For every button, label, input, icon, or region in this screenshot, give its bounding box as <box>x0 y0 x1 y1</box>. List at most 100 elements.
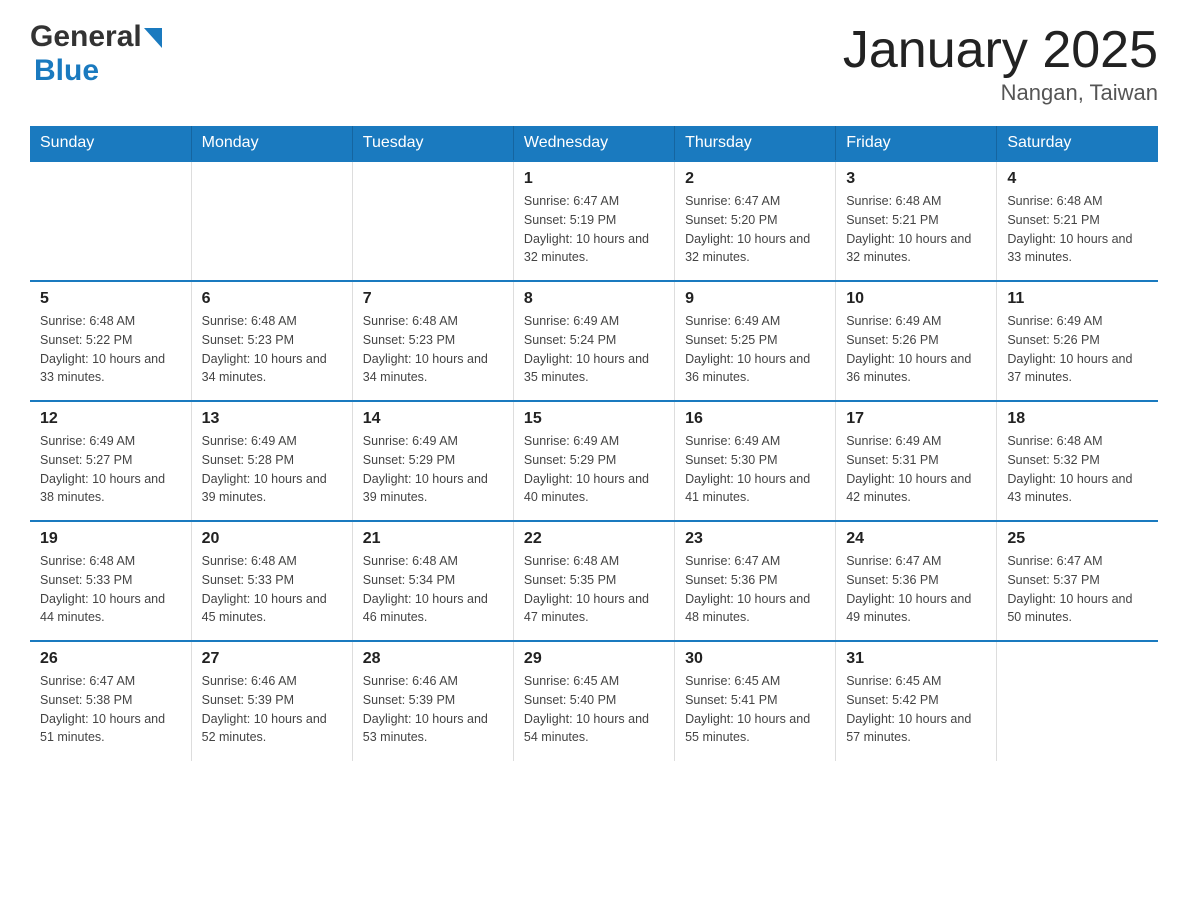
calendar-day-7: 7 Sunrise: 6:48 AMSunset: 5:23 PMDaylight… <box>352 281 513 401</box>
calendar-header-sunday: Sunday <box>30 126 191 161</box>
calendar-day-25: 25 Sunrise: 6:47 AMSunset: 5:37 PMDayligh… <box>997 521 1158 641</box>
calendar-day-17: 17 Sunrise: 6:49 AMSunset: 5:31 PMDayligh… <box>836 401 997 521</box>
day-number: 4 <box>1007 170 1148 188</box>
day-number: 12 <box>40 410 181 428</box>
day-info: Sunrise: 6:49 AMSunset: 5:28 PMDaylight:… <box>202 432 342 507</box>
calendar-day-11: 11 Sunrise: 6:49 AMSunset: 5:26 PMDayligh… <box>997 281 1158 401</box>
day-info: Sunrise: 6:49 AMSunset: 5:25 PMDaylight:… <box>685 312 825 387</box>
title-block: January 2025 Nangan, Taiwan <box>843 20 1158 106</box>
calendar-day-21: 21 Sunrise: 6:48 AMSunset: 5:34 PMDayligh… <box>352 521 513 641</box>
logo-general-text: General <box>30 20 142 54</box>
calendar-day-3: 3 Sunrise: 6:48 AMSunset: 5:21 PMDaylight… <box>836 161 997 281</box>
day-number: 3 <box>846 170 986 188</box>
day-info: Sunrise: 6:48 AMSunset: 5:32 PMDaylight:… <box>1007 432 1148 507</box>
calendar-empty-cell <box>352 161 513 281</box>
calendar-week-row: 19 Sunrise: 6:48 AMSunset: 5:33 PMDayligh… <box>30 521 1158 641</box>
day-info: Sunrise: 6:48 AMSunset: 5:23 PMDaylight:… <box>363 312 503 387</box>
calendar-day-5: 5 Sunrise: 6:48 AMSunset: 5:22 PMDaylight… <box>30 281 191 401</box>
day-number: 13 <box>202 410 342 428</box>
day-info: Sunrise: 6:46 AMSunset: 5:39 PMDaylight:… <box>363 672 503 747</box>
calendar-week-row: 5 Sunrise: 6:48 AMSunset: 5:22 PMDaylight… <box>30 281 1158 401</box>
day-number: 11 <box>1007 290 1148 308</box>
logo-blue-text: Blue <box>34 54 99 87</box>
day-info: Sunrise: 6:48 AMSunset: 5:21 PMDaylight:… <box>846 192 986 267</box>
calendar-day-15: 15 Sunrise: 6:49 AMSunset: 5:29 PMDayligh… <box>513 401 674 521</box>
day-number: 20 <box>202 530 342 548</box>
calendar-day-9: 9Sunrise: 6:49 AMSunset: 5:25 PMDaylight… <box>675 281 836 401</box>
day-info: Sunrise: 6:49 AMSunset: 5:29 PMDaylight:… <box>524 432 664 507</box>
calendar-day-19: 19Sunrise: 6:48 AMSunset: 5:33 PMDayligh… <box>30 521 191 641</box>
calendar-header-monday: Monday <box>191 126 352 161</box>
day-number: 15 <box>524 410 664 428</box>
day-number: 8 <box>524 290 664 308</box>
day-info: Sunrise: 6:47 AMSunset: 5:37 PMDaylight:… <box>1007 552 1148 627</box>
day-info: Sunrise: 6:47 AMSunset: 5:19 PMDaylight:… <box>524 192 664 267</box>
day-number: 5 <box>40 290 181 308</box>
page-title: January 2025 <box>843 20 1158 80</box>
day-number: 10 <box>846 290 986 308</box>
calendar-empty-cell <box>30 161 191 281</box>
day-number: 25 <box>1007 530 1148 548</box>
calendar-day-31: 31Sunrise: 6:45 AMSunset: 5:42 PMDayligh… <box>836 641 997 761</box>
day-info: Sunrise: 6:47 AMSunset: 5:38 PMDaylight:… <box>40 672 181 747</box>
day-number: 30 <box>685 650 825 668</box>
day-info: Sunrise: 6:45 AMSunset: 5:41 PMDaylight:… <box>685 672 825 747</box>
day-number: 7 <box>363 290 503 308</box>
calendar-day-20: 20 Sunrise: 6:48 AMSunset: 5:33 PMDayligh… <box>191 521 352 641</box>
calendar-day-8: 8 Sunrise: 6:49 AMSunset: 5:24 PMDaylight… <box>513 281 674 401</box>
calendar-header-tuesday: Tuesday <box>352 126 513 161</box>
calendar-empty-cell <box>997 641 1158 761</box>
day-number: 6 <box>202 290 342 308</box>
day-number: 29 <box>524 650 664 668</box>
day-info: Sunrise: 6:48 AMSunset: 5:21 PMDaylight:… <box>1007 192 1148 267</box>
calendar-header-friday: Friday <box>836 126 997 161</box>
calendar-day-27: 27 Sunrise: 6:46 AMSunset: 5:39 PMDayligh… <box>191 641 352 761</box>
calendar-day-26: 26 Sunrise: 6:47 AMSunset: 5:38 PMDayligh… <box>30 641 191 761</box>
calendar-table: SundayMondayTuesdayWednesdayThursdayFrid… <box>30 126 1158 761</box>
logo-triangle-icon <box>144 28 162 48</box>
calendar-day-6: 6 Sunrise: 6:48 AMSunset: 5:23 PMDaylight… <box>191 281 352 401</box>
logo: General Blue <box>30 20 162 88</box>
day-number: 16 <box>685 410 825 428</box>
page-header: General Blue January 2025 Nangan, Taiwan <box>30 20 1158 106</box>
calendar-week-row: 1Sunrise: 6:47 AMSunset: 5:19 PMDaylight… <box>30 161 1158 281</box>
calendar-day-1: 1Sunrise: 6:47 AMSunset: 5:19 PMDaylight… <box>513 161 674 281</box>
day-number: 21 <box>363 530 503 548</box>
page-subtitle: Nangan, Taiwan <box>843 80 1158 106</box>
day-number: 22 <box>524 530 664 548</box>
day-info: Sunrise: 6:49 AMSunset: 5:24 PMDaylight:… <box>524 312 664 387</box>
calendar-header-wednesday: Wednesday <box>513 126 674 161</box>
day-info: Sunrise: 6:48 AMSunset: 5:35 PMDaylight:… <box>524 552 664 627</box>
day-info: Sunrise: 6:48 AMSunset: 5:23 PMDaylight:… <box>202 312 342 387</box>
day-info: Sunrise: 6:45 AMSunset: 5:40 PMDaylight:… <box>524 672 664 747</box>
day-number: 18 <box>1007 410 1148 428</box>
day-info: Sunrise: 6:49 AMSunset: 5:31 PMDaylight:… <box>846 432 986 507</box>
day-info: Sunrise: 6:47 AMSunset: 5:36 PMDaylight:… <box>846 552 986 627</box>
calendar-day-2: 2Sunrise: 6:47 AMSunset: 5:20 PMDaylight… <box>675 161 836 281</box>
day-number: 17 <box>846 410 986 428</box>
day-info: Sunrise: 6:49 AMSunset: 5:26 PMDaylight:… <box>1007 312 1148 387</box>
calendar-day-23: 23 Sunrise: 6:47 AMSunset: 5:36 PMDayligh… <box>675 521 836 641</box>
day-info: Sunrise: 6:47 AMSunset: 5:20 PMDaylight:… <box>685 192 825 267</box>
day-info: Sunrise: 6:45 AMSunset: 5:42 PMDaylight:… <box>846 672 986 747</box>
day-info: Sunrise: 6:49 AMSunset: 5:29 PMDaylight:… <box>363 432 503 507</box>
calendar-day-30: 30 Sunrise: 6:45 AMSunset: 5:41 PMDayligh… <box>675 641 836 761</box>
calendar-day-4: 4 Sunrise: 6:48 AMSunset: 5:21 PMDaylight… <box>997 161 1158 281</box>
calendar-day-12: 12Sunrise: 6:49 AMSunset: 5:27 PMDayligh… <box>30 401 191 521</box>
calendar-day-18: 18 Sunrise: 6:48 AMSunset: 5:32 PMDayligh… <box>997 401 1158 521</box>
calendar-week-row: 12Sunrise: 6:49 AMSunset: 5:27 PMDayligh… <box>30 401 1158 521</box>
day-info: Sunrise: 6:46 AMSunset: 5:39 PMDaylight:… <box>202 672 342 747</box>
calendar-day-16: 16Sunrise: 6:49 AMSunset: 5:30 PMDayligh… <box>675 401 836 521</box>
calendar-empty-cell <box>191 161 352 281</box>
day-number: 27 <box>202 650 342 668</box>
day-info: Sunrise: 6:47 AMSunset: 5:36 PMDaylight:… <box>685 552 825 627</box>
day-number: 23 <box>685 530 825 548</box>
day-info: Sunrise: 6:48 AMSunset: 5:34 PMDaylight:… <box>363 552 503 627</box>
day-number: 19 <box>40 530 181 548</box>
day-info: Sunrise: 6:48 AMSunset: 5:33 PMDaylight:… <box>202 552 342 627</box>
day-number: 24 <box>846 530 986 548</box>
day-number: 26 <box>40 650 181 668</box>
calendar-day-24: 24 Sunrise: 6:47 AMSunset: 5:36 PMDayligh… <box>836 521 997 641</box>
calendar-day-14: 14Sunrise: 6:49 AMSunset: 5:29 PMDayligh… <box>352 401 513 521</box>
day-info: Sunrise: 6:48 AMSunset: 5:22 PMDaylight:… <box>40 312 181 387</box>
